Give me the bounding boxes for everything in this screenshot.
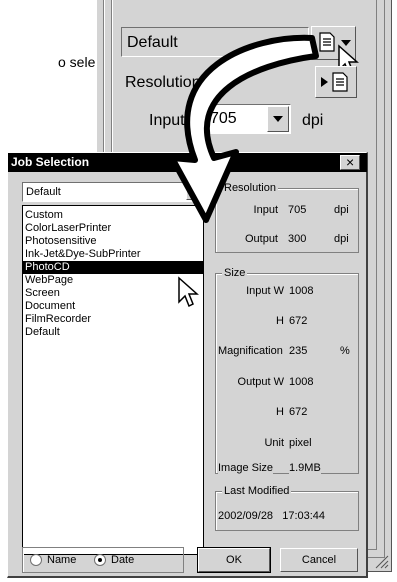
callout-arrow — [169, 34, 319, 223]
